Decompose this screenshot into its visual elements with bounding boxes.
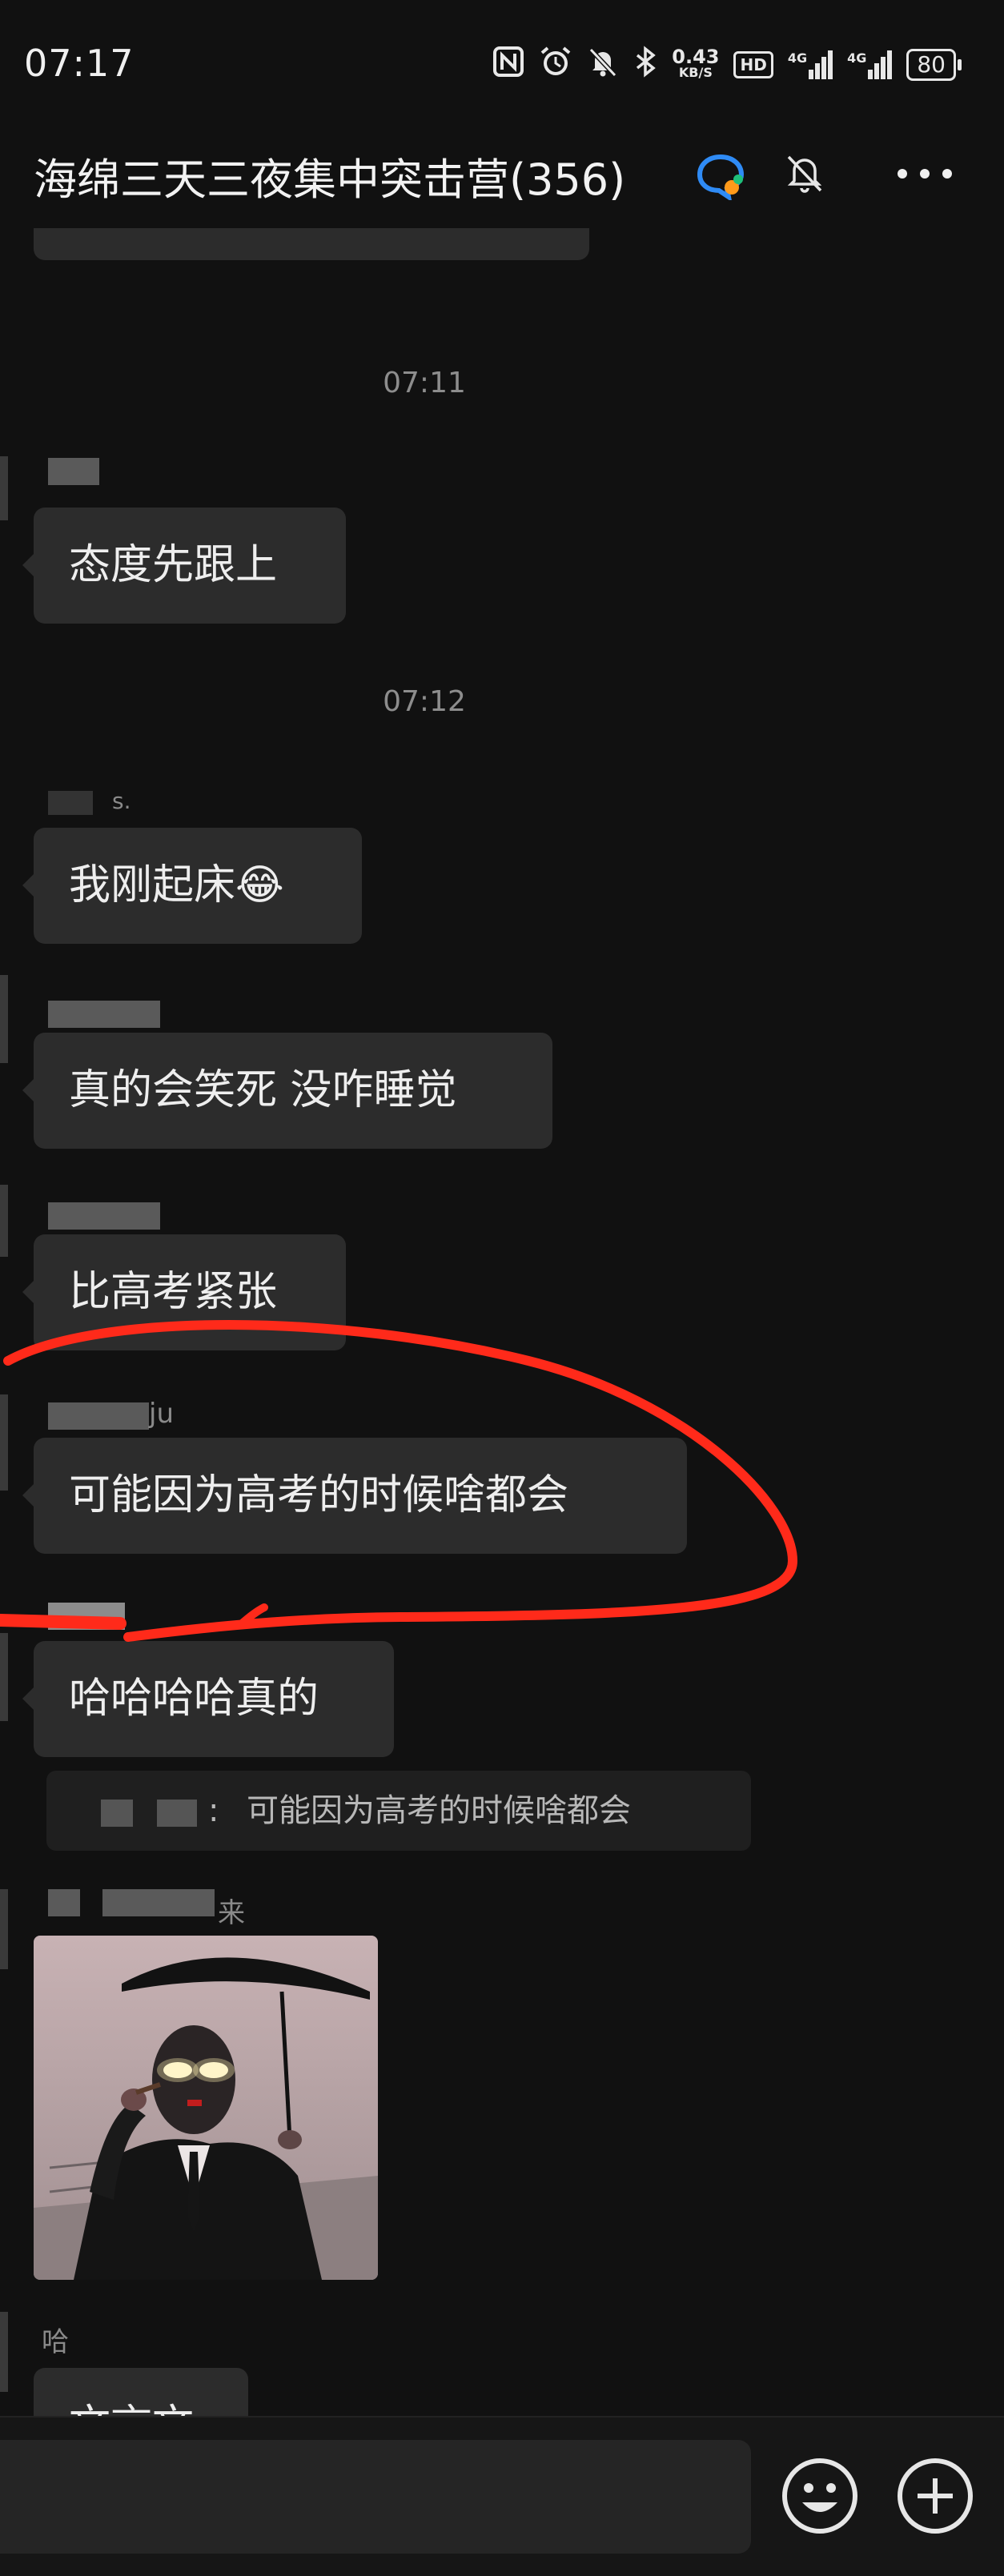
battery-icon: 80 xyxy=(906,48,962,81)
message-text: 比高考紧张 xyxy=(69,1268,278,1316)
message-bubble[interactable]: 哈哈哈哈真的 xyxy=(22,1641,394,1757)
nickname-redacted xyxy=(102,1889,215,1916)
nickname: s. xyxy=(112,788,131,814)
reply-text: 可能因为高考的时候啥都会 xyxy=(247,1792,631,1829)
message-text: 我刚起床 xyxy=(69,861,236,909)
plus-icon[interactable] xyxy=(894,2454,977,2538)
input-bar xyxy=(0,2416,1004,2576)
avatar[interactable] xyxy=(0,2312,8,2392)
avatar[interactable] xyxy=(0,975,8,1063)
avatar[interactable] xyxy=(0,456,8,520)
message-text: 真的会笑死 没咋睡觉 xyxy=(69,1066,457,1114)
net-speed: 0.43 KB/S xyxy=(672,45,720,80)
message-bubble[interactable]: 我刚起床😂 xyxy=(22,828,362,944)
message-text: 哈哈哈哈真的 xyxy=(69,1675,319,1723)
nfc-icon xyxy=(492,46,524,83)
message-text: 文言文 xyxy=(34,2368,248,2416)
message-bubble-highlighted[interactable]: 可能因为高考的时候啥都会 xyxy=(22,1438,687,1554)
message-bubble[interactable]: 态度先跟上 xyxy=(22,508,346,624)
mute-icon xyxy=(587,46,619,83)
reply-sender-redacted xyxy=(101,1800,133,1827)
nickname-redacted xyxy=(48,458,99,485)
hd-icon: HD xyxy=(733,50,773,78)
message-text: 可能因为高考的时候啥都会 xyxy=(69,1471,569,1519)
avatar[interactable] xyxy=(0,1394,8,1491)
message-input[interactable] xyxy=(0,2440,751,2554)
more-icon-overlay[interactable] xyxy=(893,154,957,194)
status-bar: 07:17 0.43 KB/S HD 4G 4G 80 xyxy=(0,0,1004,120)
emoji-icon[interactable] xyxy=(778,2454,861,2538)
bell-muted-icon-overlay[interactable] xyxy=(781,149,829,197)
avatar[interactable] xyxy=(0,1889,8,1969)
nickname-redacted xyxy=(48,1001,160,1028)
nickname: 来 xyxy=(218,1897,245,1929)
qq-group-icon-overlay[interactable] xyxy=(697,152,745,203)
signal-icon-sim1: 4G xyxy=(788,50,833,79)
message-bubble[interactable]: 真的会笑死 没咋睡觉 xyxy=(22,1033,552,1149)
laughing-tears-icon: 😂 xyxy=(235,861,284,909)
sticker-image[interactable] xyxy=(34,1936,378,2280)
avatar[interactable] xyxy=(0,1633,8,1721)
nickname-redacted xyxy=(48,1889,80,1916)
nickname-redacted xyxy=(48,1402,149,1430)
header-overlay: 海绵三天三夜集中突击营(356) xyxy=(0,120,1004,228)
group-title-text[interactable]: 海绵三天三夜集中突击营(356) xyxy=(34,144,625,207)
nickname-redacted xyxy=(48,791,93,815)
alarm-icon xyxy=(539,45,572,84)
nickname: ju xyxy=(149,1398,174,1430)
status-icons: 0.43 KB/S HD 4G 4G 80 xyxy=(492,45,962,84)
signal-icon-sim2: 4G xyxy=(847,50,893,79)
message-bubble-partial-bottom[interactable]: 文言文 xyxy=(34,2368,248,2416)
message-text: 态度先跟上 xyxy=(69,541,278,589)
timestamp: 07:11 xyxy=(383,367,466,399)
status-time: 07:17 xyxy=(24,42,135,85)
message-bubble[interactable]: 比高考紧张 xyxy=(22,1234,346,1350)
bluetooth-icon xyxy=(633,46,657,83)
nickname-redacted xyxy=(48,1603,125,1630)
timestamp: 07:12 xyxy=(383,685,466,718)
reply-quote[interactable]: : 可能因为高考的时候啥都会 xyxy=(46,1771,751,1851)
nickname-redacted xyxy=(48,1202,160,1230)
nickname: 哈 xyxy=(42,2326,69,2358)
reply-sender-redacted xyxy=(157,1800,197,1827)
reply-separator: : xyxy=(208,1792,219,1829)
avatar[interactable] xyxy=(0,1185,8,1257)
